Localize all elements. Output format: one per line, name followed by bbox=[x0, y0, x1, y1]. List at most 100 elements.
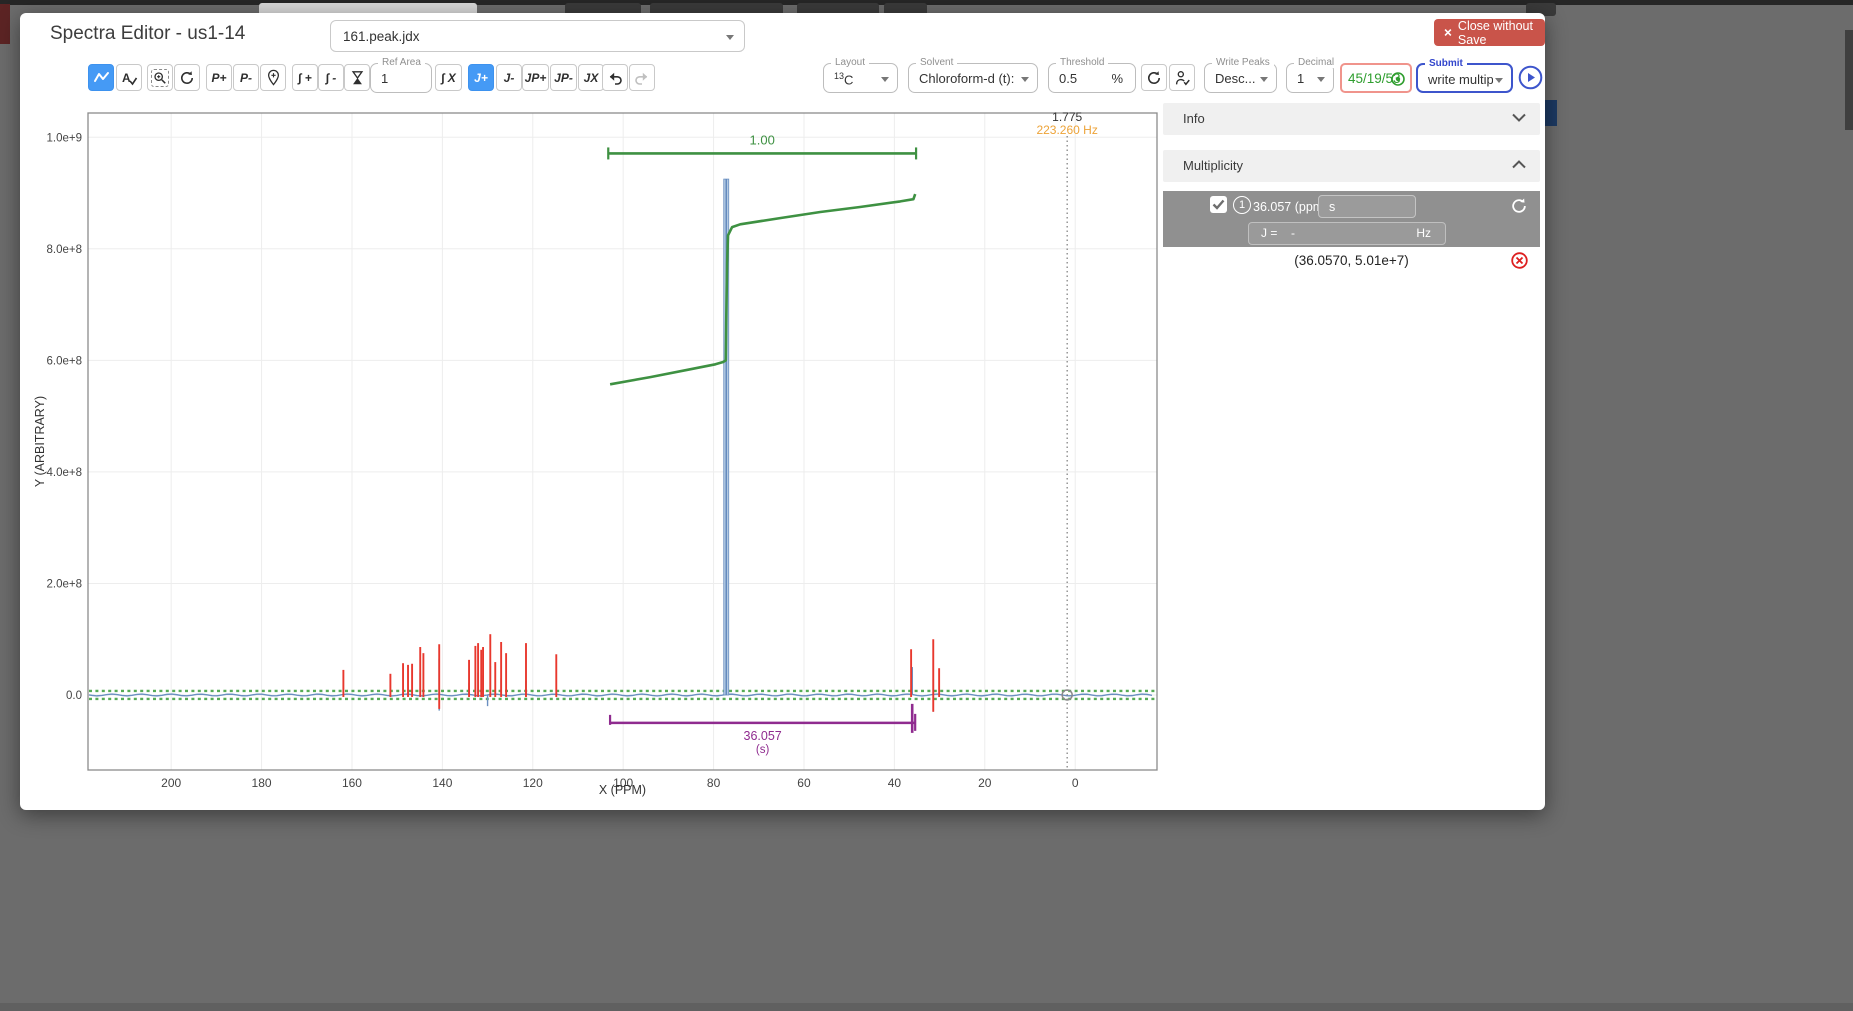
svg-text:20: 20 bbox=[978, 776, 992, 790]
write-peaks-select[interactable]: Write Peaks Desc... bbox=[1204, 63, 1277, 93]
x-axis-title: X (PPM) bbox=[599, 783, 646, 797]
integral-clear-label: ∫ X bbox=[441, 71, 456, 85]
spectrum-peaks bbox=[420, 659, 933, 712]
multiplet-checkbox[interactable] bbox=[1210, 196, 1227, 213]
chevron-up-icon bbox=[1512, 160, 1526, 169]
chevron-down-icon bbox=[881, 77, 889, 82]
jx-button[interactable]: JX bbox=[578, 64, 604, 91]
delete-peak-icon[interactable] bbox=[1511, 252, 1528, 269]
integral-add-label: ∫ + bbox=[298, 71, 312, 85]
svg-text:60: 60 bbox=[797, 776, 811, 790]
integral-clear-button[interactable]: ∫ X bbox=[435, 64, 462, 91]
spectrum-chart-container[interactable]: 2001801601401201008060402000.02.0e+84.0e… bbox=[28, 100, 1173, 800]
layout-value: 13C bbox=[834, 71, 853, 87]
peak-add-button[interactable]: P+ bbox=[206, 64, 232, 91]
peak-remove-label: P- bbox=[240, 71, 252, 85]
letter-a-check-icon: A bbox=[120, 70, 138, 86]
j-coupling-input[interactable]: J = - Hz bbox=[1248, 222, 1446, 245]
spectrum-baseline bbox=[89, 694, 1152, 696]
solvent-label: Solvent bbox=[916, 57, 957, 68]
page-title: Spectra Editor - us1-14 bbox=[50, 23, 245, 45]
refresh-peaks-button[interactable] bbox=[1141, 64, 1167, 91]
chevron-down-icon bbox=[1512, 113, 1526, 122]
close-button-label: Close without Save bbox=[1458, 19, 1535, 47]
play-circle-icon bbox=[1518, 65, 1543, 90]
spectrum-chart[interactable]: 2001801601401201008060402000.02.0e+84.0e… bbox=[28, 100, 1173, 800]
integral-bracket: 1.00 bbox=[608, 132, 916, 159]
decimal-select[interactable]: Decimal 1 bbox=[1286, 63, 1334, 93]
write-peaks-value: Desc... bbox=[1215, 71, 1255, 86]
auto-integrate-button[interactable] bbox=[344, 64, 370, 91]
info-section-header[interactable]: Info bbox=[1163, 103, 1540, 135]
svg-text:40: 40 bbox=[888, 776, 902, 790]
crosshair[interactable]: 1.775223.260 Hz bbox=[1036, 110, 1097, 770]
zoom-area-tool-button[interactable] bbox=[147, 64, 173, 91]
multiplet-bracket: 36.057(s) bbox=[610, 704, 915, 756]
target-icon[interactable] bbox=[1390, 71, 1406, 87]
multiplet-position: 36.057 (ppm) bbox=[1253, 200, 1327, 214]
refresh-icon bbox=[1146, 70, 1162, 86]
user-check-icon bbox=[1174, 70, 1191, 86]
svg-text:0: 0 bbox=[1072, 776, 1079, 790]
svg-text:160: 160 bbox=[342, 776, 362, 790]
location-pin-plus-icon bbox=[266, 69, 281, 86]
svg-text:1.0e+9: 1.0e+9 bbox=[47, 132, 83, 144]
layout-select[interactable]: Layout 13C bbox=[823, 63, 898, 93]
y-axis-tick-labels: 0.02.0e+84.0e+86.0e+88.0e+81.0e+9 bbox=[47, 132, 83, 702]
multiplet-entry-card: 1 36.057 (ppm) s J = - Hz bbox=[1163, 191, 1540, 247]
file-selector-value: 161.peak.jdx bbox=[343, 29, 420, 44]
gridlines bbox=[88, 113, 1157, 770]
redo-button[interactable] bbox=[629, 64, 655, 91]
threshold-input[interactable]: Threshold 0.5 % bbox=[1048, 63, 1136, 93]
integral-add-button[interactable]: ∫ + bbox=[292, 64, 318, 91]
chevron-down-icon bbox=[1495, 78, 1503, 83]
file-selector[interactable]: 161.peak.jdx bbox=[330, 20, 745, 52]
svg-text:0.0: 0.0 bbox=[66, 690, 82, 702]
background-right-strip bbox=[1845, 30, 1853, 130]
close-without-save-button[interactable]: Close without Save bbox=[1434, 19, 1545, 46]
peak-remove-button[interactable]: P- bbox=[233, 64, 259, 91]
svg-text:2.0e+8: 2.0e+8 bbox=[47, 578, 83, 590]
magnifier-plus-icon bbox=[153, 71, 167, 85]
undo-icon bbox=[607, 71, 623, 85]
submit-run-button[interactable] bbox=[1518, 65, 1543, 95]
layout-label: Layout bbox=[831, 57, 869, 68]
peak-add-label: P+ bbox=[211, 71, 226, 85]
refresh-icon[interactable] bbox=[1510, 197, 1528, 215]
svg-text:8.0e+8: 8.0e+8 bbox=[47, 244, 83, 256]
j-value: - bbox=[1291, 226, 1295, 240]
pin-peak-button[interactable] bbox=[260, 64, 286, 91]
integral-remove-button[interactable]: ∫ - bbox=[318, 64, 344, 91]
threshold-unit: % bbox=[1111, 71, 1123, 86]
assign-peaks-button[interactable] bbox=[1169, 64, 1195, 91]
jx-label: JX bbox=[584, 71, 599, 85]
redo-icon bbox=[634, 71, 650, 85]
ref-area-input[interactable]: Ref Area 1 bbox=[370, 63, 432, 93]
chevron-down-icon bbox=[1317, 77, 1325, 82]
reset-zoom-button[interactable] bbox=[174, 64, 200, 91]
background-bottom-strip bbox=[0, 1003, 1853, 1011]
jp-add-button[interactable]: JP+ bbox=[522, 64, 549, 91]
multiplicity-input[interactable]: s bbox=[1318, 195, 1416, 218]
submit-value: write multipl... bbox=[1428, 72, 1493, 87]
spectrum-line-tool-button[interactable] bbox=[88, 64, 114, 91]
jp-remove-label: JP- bbox=[554, 71, 573, 85]
chevron-down-icon bbox=[726, 35, 734, 40]
j-remove-button[interactable]: J- bbox=[496, 64, 522, 91]
auto-peaks-tool-button[interactable]: A bbox=[116, 64, 142, 91]
j-remove-label: J- bbox=[504, 71, 515, 85]
peak-coordinate-row: (36.0570, 5.01e+7) bbox=[1163, 247, 1540, 275]
info-section-title: Info bbox=[1183, 111, 1205, 126]
peak-counter-box: 45/19/53 bbox=[1340, 63, 1412, 93]
multiplicity-section-header[interactable]: Multiplicity bbox=[1163, 150, 1540, 182]
jp-remove-button[interactable]: JP- bbox=[550, 64, 577, 91]
solvent-select[interactable]: Solvent Chloroform-d (t): 7... bbox=[908, 63, 1038, 93]
submit-select[interactable]: Submit write multipl... bbox=[1416, 63, 1513, 93]
background-left-strip bbox=[0, 4, 10, 44]
svg-text:1.775: 1.775 bbox=[1052, 110, 1082, 124]
check-icon bbox=[1212, 199, 1225, 210]
undo-button[interactable] bbox=[602, 64, 628, 91]
svg-text:120: 120 bbox=[523, 776, 543, 790]
j-add-button[interactable]: J+ bbox=[468, 64, 494, 91]
chevron-down-icon bbox=[1021, 77, 1029, 82]
